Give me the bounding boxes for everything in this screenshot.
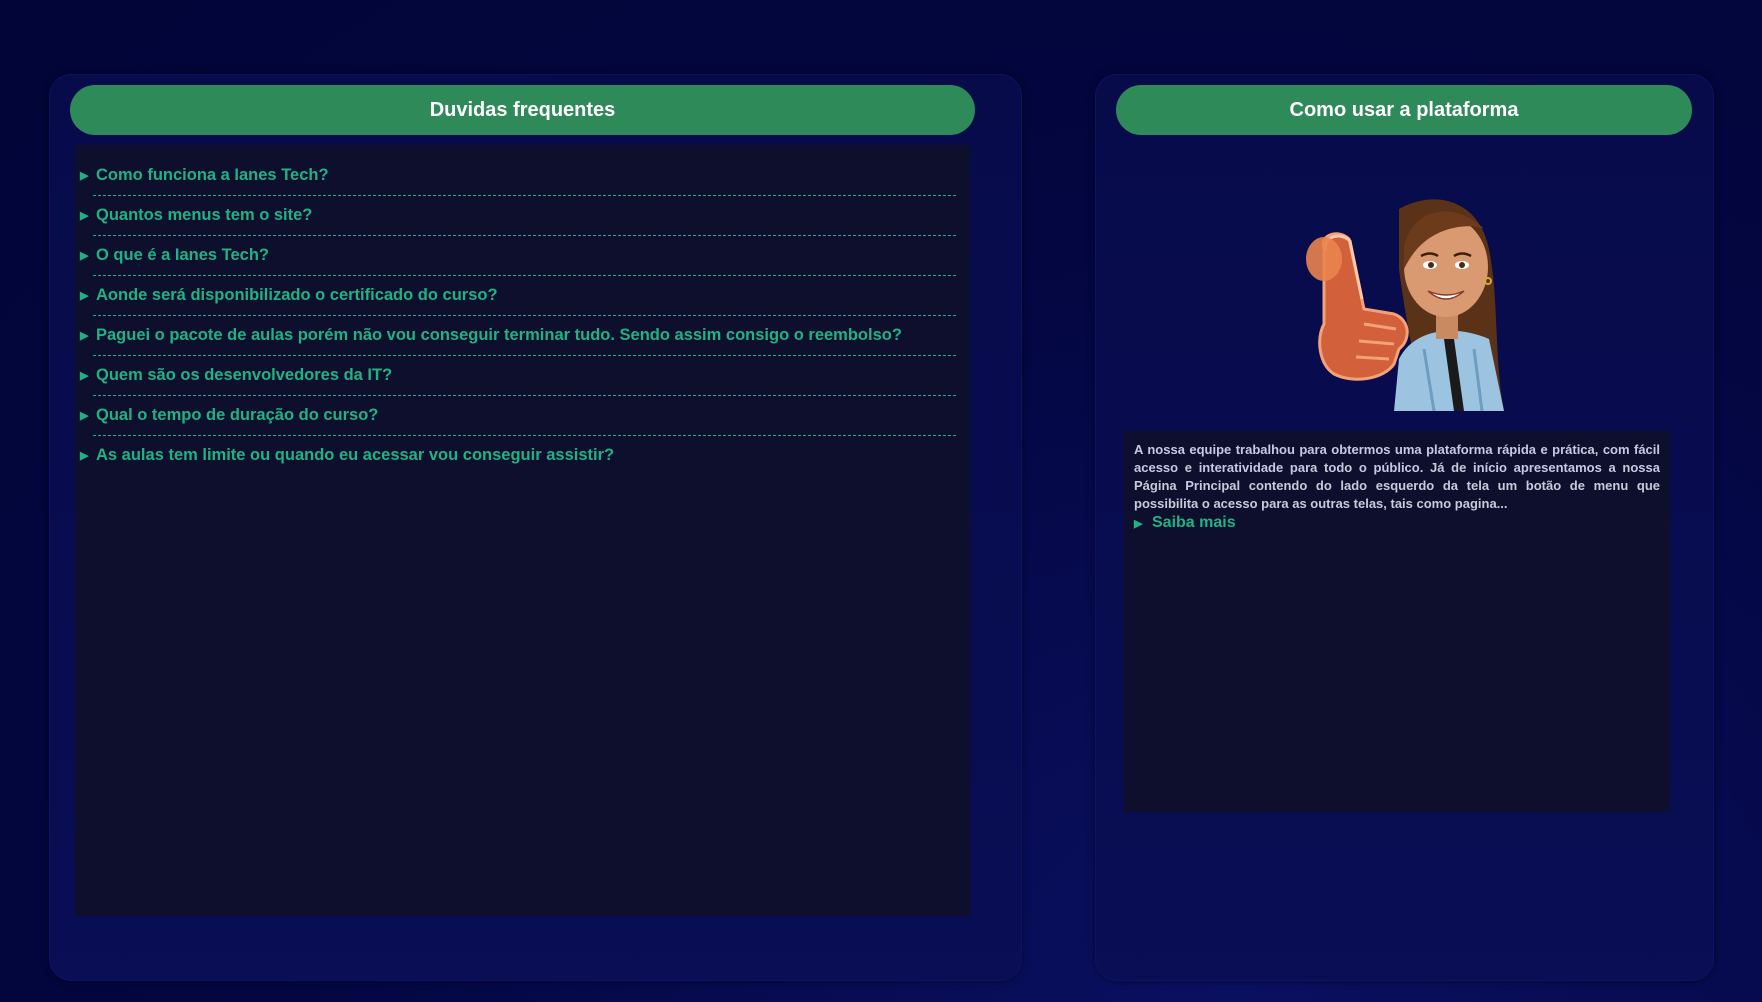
disclosure-triangle-icon: ▶: [80, 329, 89, 342]
decorative-top-curve: [760, 0, 1762, 40]
disclosure-triangle-icon: ▶: [80, 209, 89, 222]
faq-question: O que é a Ianes Tech?: [96, 245, 270, 264]
faq-item[interactable]: ▶ Como funciona a Ianes Tech?: [79, 155, 956, 196]
faq-question: Quem são os desenvolvedores da IT?: [96, 365, 393, 384]
howto-panel: Como usar a plataforma A nossa equipe tr…: [1095, 74, 1714, 981]
faq-question: As aulas tem limite ou quando eu acessar…: [96, 445, 615, 464]
avatar-thumbs-up-image: [1306, 199, 1504, 411]
disclosure-triangle-icon: ▶: [1134, 517, 1143, 530]
disclosure-triangle-icon: ▶: [80, 449, 89, 462]
disclosure-triangle-icon: ▶: [80, 369, 89, 382]
howto-title: Como usar a plataforma: [1116, 85, 1692, 135]
faq-item[interactable]: ▶ Paguei o pacote de aulas porém não vou…: [79, 315, 956, 356]
saiba-mais-label: Saiba mais: [1152, 514, 1236, 531]
faq-question: Qual o tempo de duração do curso?: [96, 405, 379, 424]
faq-title: Duvidas frequentes: [70, 85, 975, 135]
faq-item[interactable]: ▶ Quantos menus tem o site?: [79, 195, 956, 236]
faq-question: Quantos menus tem o site?: [96, 205, 313, 224]
faq-question: Aonde será disponibilizado o certificado…: [96, 285, 498, 304]
faq-item[interactable]: ▶ Qual o tempo de duração do curso?: [79, 395, 956, 436]
disclosure-triangle-icon: ▶: [80, 289, 89, 302]
disclosure-triangle-icon: ▶: [80, 249, 89, 262]
faq-list: ▶ Como funciona a Ianes Tech? ▶ Quantos …: [75, 145, 970, 916]
faq-question: Como funciona a Ianes Tech?: [96, 165, 329, 184]
saiba-mais-toggle[interactable]: ▶ Saiba mais: [1134, 514, 1660, 532]
faq-item[interactable]: ▶ As aulas tem limite ou quando eu acess…: [79, 435, 956, 475]
page: Duvidas frequentes ▶ Como funciona a Ian…: [0, 0, 1762, 1002]
faq-question: Paguei o pacote de aulas porém não vou c…: [96, 325, 902, 344]
faq-item[interactable]: ▶ O que é a Ianes Tech?: [79, 235, 956, 276]
disclosure-triangle-icon: ▶: [80, 169, 89, 182]
howto-description-box: A nossa equipe trabalhou para obtermos u…: [1124, 431, 1670, 812]
disclosure-triangle-icon: ▶: [80, 409, 89, 422]
faq-panel: Duvidas frequentes ▶ Como funciona a Ian…: [49, 74, 1022, 981]
faq-item[interactable]: ▶ Aonde será disponibilizado o certifica…: [79, 275, 956, 316]
faq-item[interactable]: ▶ Quem são os desenvolvedores da IT?: [79, 355, 956, 396]
howto-description: A nossa equipe trabalhou para obtermos u…: [1134, 442, 1660, 511]
